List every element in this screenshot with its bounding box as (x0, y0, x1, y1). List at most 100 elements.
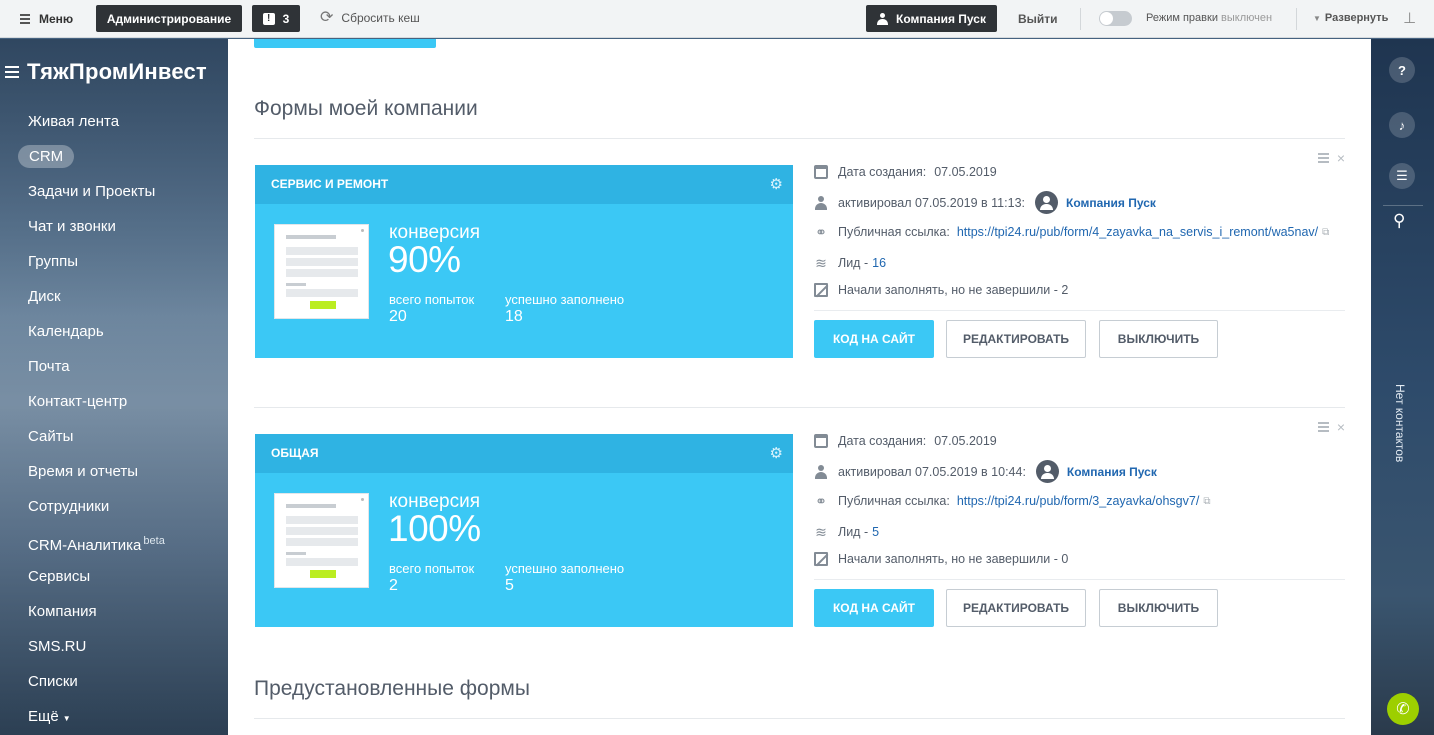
sidebar-item[interactable]: Ещё ▼ (0, 699, 228, 734)
avatar[interactable] (1035, 460, 1059, 483)
gear-icon[interactable]: ⚙ (770, 165, 783, 204)
sidebar-item-label: CRM-Аналитика (28, 537, 142, 554)
sidebar-item[interactable]: Сайты (0, 419, 228, 454)
sidebar-item[interactable]: Контакт-центр (0, 384, 228, 419)
company-button[interactable]: Компания Пуск (866, 5, 997, 32)
form-preview[interactable] (274, 493, 369, 588)
created-date: 07.05.2019 (934, 165, 997, 179)
edit-mode-toggle[interactable] (1099, 11, 1132, 26)
lead-row: ≋ Лид - 16 (814, 256, 886, 270)
form-details: × Дата создания: 07.05.2019 активировал … (814, 151, 1345, 359)
disable-button[interactable]: ВЫКЛЮЧИТЬ (1099, 589, 1218, 627)
link-icon: ⚭ (815, 224, 827, 240)
bell-icon[interactable]: ♪ (1389, 112, 1415, 138)
public-link-row: ⚭ Публичная ссылка: https://tpi24.ru/pub… (814, 225, 1329, 239)
reset-cache-button[interactable]: ⟳ Сбросить кеш (320, 10, 420, 26)
sidebar-item[interactable]: Сотрудники (0, 489, 228, 524)
form-preview[interactable] (274, 224, 369, 319)
search-icon[interactable]: ⚲ (1393, 211, 1405, 231)
drag-icon[interactable] (1317, 151, 1329, 165)
disable-button[interactable]: ВЫКЛЮЧИТЬ (1099, 320, 1218, 358)
expand-button[interactable]: ▼ Развернуть (1313, 12, 1388, 24)
sidebar-item-label: Календарь (28, 323, 104, 340)
sidebar-menu: Живая лента CRM Задачи и Проекты Чат и звон… (0, 104, 228, 734)
conversion-value: 100% (388, 508, 481, 549)
company-label: Компания Пуск (896, 11, 986, 26)
sidebar-item-label: Сотрудники (28, 498, 110, 515)
sidebar-item[interactable]: Время и отчеты (0, 454, 228, 489)
attempts-label: всего попыток (389, 292, 475, 307)
lead-count-link[interactable]: 16 (872, 256, 886, 270)
public-link-row: ⚭ Публичная ссылка: https://tpi24.ru/pub… (814, 494, 1210, 508)
exit-button[interactable]: Выйти (1018, 12, 1058, 26)
lead-row: ≋ Лид - 5 (814, 525, 879, 539)
alerts-button[interactable]: ! 3 (252, 5, 300, 32)
lead-label: Лид - (838, 525, 869, 539)
activated-by-link[interactable]: Компания Пуск (1066, 196, 1156, 210)
public-link[interactable]: https://tpi24.ru/pub/form/3_zayavka/ohsg… (957, 494, 1200, 508)
create-form-button[interactable] (254, 39, 436, 48)
divider (1383, 205, 1423, 206)
sidebar-item[interactable]: CRM-Аналитика beta (0, 524, 228, 559)
sidebar-item[interactable]: Сервисы (0, 559, 228, 594)
form-details: × Дата создания: 07.05.2019 активировал … (814, 420, 1345, 628)
divider (1080, 8, 1081, 30)
help-icon[interactable]: ? (1389, 57, 1415, 83)
sidebar-item[interactable]: Списки (0, 664, 228, 699)
sidebar-item-label: Сервисы (28, 568, 91, 585)
edit-button[interactable]: РЕДАКТИРОВАТЬ (946, 589, 1086, 627)
sidebar-item[interactable]: Диск (0, 279, 228, 314)
sidebar-item[interactable]: Чат и звонки (0, 209, 228, 244)
divider (254, 407, 1345, 408)
sidebar-item[interactable]: Почта (0, 349, 228, 384)
code-button[interactable]: КОД НА САЙТ (814, 320, 934, 358)
copy-icon[interactable]: ⧉ (1203, 496, 1210, 507)
form-card: СЕРВИС И РЕМОНТ ⚙ конверсия 90% всего по… (254, 151, 1345, 359)
sidebar-item[interactable]: SMS.RU (0, 629, 228, 664)
admin-button[interactable]: Администрирование (96, 5, 242, 32)
divider (254, 138, 1345, 139)
avatar[interactable] (1035, 191, 1058, 214)
phone-icon[interactable]: ✆ (1387, 693, 1419, 725)
form-card: ОБЩАЯ ⚙ конверсия 100% всего попыток 2 у… (254, 420, 1345, 628)
section-title-preset-forms: Предустановленные формы (254, 677, 530, 700)
sidebar-item[interactable]: Компания (0, 594, 228, 629)
public-link[interactable]: https://tpi24.ru/pub/form/4_zayavka_na_s… (957, 225, 1318, 239)
unfinished-row: Начали заполнять, но не завершили - 2 (814, 283, 1068, 297)
form-title-bar: СЕРВИС И РЕМОНТ ⚙ (255, 165, 793, 204)
lead-count-link[interactable]: 5 (872, 525, 879, 539)
pin-icon[interactable]: ⊥ (1403, 9, 1416, 27)
created-label: Дата создания: (838, 434, 927, 448)
sidebar-item[interactable]: CRM (0, 139, 228, 174)
sidebar-item[interactable]: Группы (0, 244, 228, 279)
partial-icon (814, 552, 828, 566)
sidebar-item[interactable]: Календарь (0, 314, 228, 349)
user-icon (877, 12, 889, 25)
close-icon[interactable]: × (1337, 151, 1345, 165)
sidebar-item-label: Почта (28, 358, 70, 375)
sidebar-item[interactable]: Задачи и Проекты (0, 174, 228, 209)
reset-cache-label: Сбросить кеш (341, 11, 420, 25)
form-summary-panel: СЕРВИС И РЕМОНТ ⚙ конверсия 90% всего по… (255, 165, 793, 358)
left-sidebar: ТяжПромИнвест Живая лента CRM Задачи и Про… (0, 39, 228, 735)
person-icon (814, 195, 828, 210)
divider (814, 310, 1345, 311)
menu-icon[interactable] (5, 63, 19, 81)
chat-icon[interactable]: ☰ (1389, 163, 1415, 189)
code-button[interactable]: КОД НА САЙТ (814, 589, 934, 627)
card-controls: × (1317, 151, 1345, 165)
edit-button[interactable]: РЕДАКТИРОВАТЬ (946, 320, 1086, 358)
attempts-value: 20 (389, 308, 407, 325)
portal-title[interactable]: ТяжПромИнвест (27, 59, 207, 85)
success-label: успешно заполнено (505, 561, 625, 576)
activated-row: активировал 07.05.2019 в 10:44: Компания… (814, 460, 1157, 483)
drag-icon[interactable] (1317, 420, 1329, 434)
activated-by-link[interactable]: Компания Пуск (1067, 465, 1157, 479)
menu-button[interactable]: Меню (20, 12, 73, 26)
section-title-my-forms: Формы моей компании (254, 97, 478, 120)
gear-icon[interactable]: ⚙ (770, 434, 783, 473)
chevron-down-icon: ▼ (1313, 13, 1321, 23)
sidebar-item[interactable]: Живая лента (0, 104, 228, 139)
copy-icon[interactable]: ⧉ (1322, 227, 1329, 238)
close-icon[interactable]: × (1337, 420, 1345, 434)
